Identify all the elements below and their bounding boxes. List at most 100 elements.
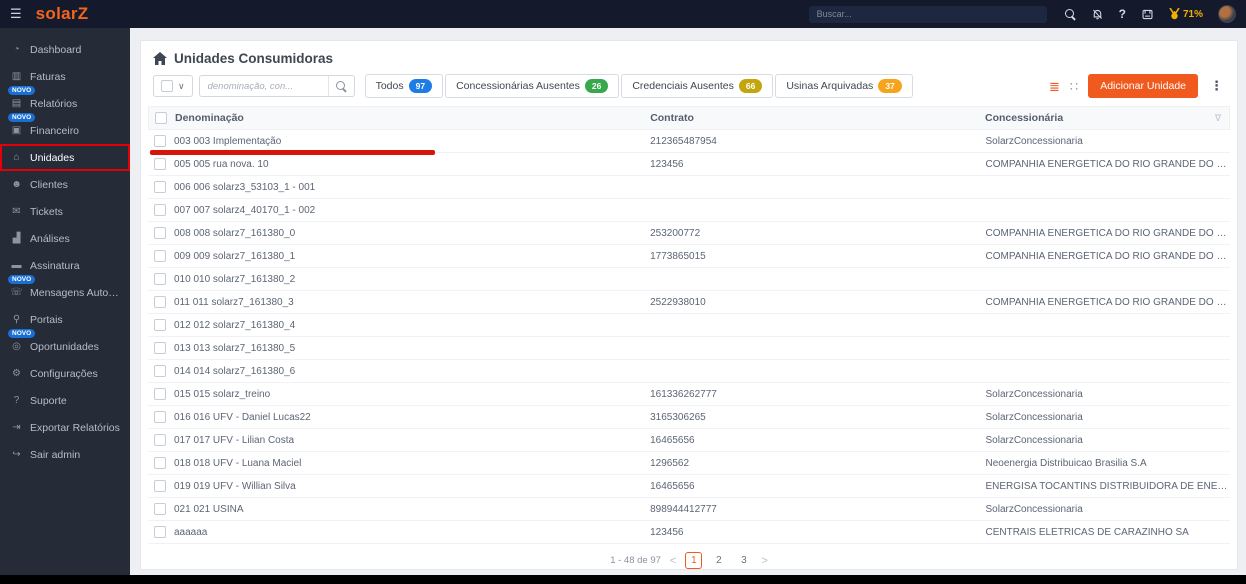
filter-funnel-icon[interactable]: ∇ <box>1215 113 1221 124</box>
sidebar-item-label: Configurações <box>30 367 98 380</box>
table-row[interactable]: 008 008 solarz7_161380_0 253200772 COMPA… <box>148 222 1230 245</box>
cell-contrato: 898944412777 <box>650 503 717 515</box>
row-checkbox[interactable] <box>154 365 166 377</box>
sidebar-item[interactable]: NOVO ▟ Análises <box>0 225 130 252</box>
table-row[interactable]: 016 016 UFV - Daniel Lucas22 3165306265 … <box>148 406 1230 429</box>
row-checkbox[interactable] <box>154 342 166 354</box>
cell-denominacao: aaaaaa <box>174 526 208 538</box>
add-unit-button[interactable]: Adicionar Unidade <box>1088 74 1198 98</box>
sidebar-item-icon: ◎ <box>12 341 21 352</box>
table-row[interactable]: 017 017 UFV - Lilian Costa 16465656 Sola… <box>148 429 1230 452</box>
sidebar-item[interactable]: NOVO ☻ Clientes <box>0 171 130 198</box>
table-row[interactable]: 015 015 solarz_treino 161336262777 Solar… <box>148 383 1230 406</box>
table-row[interactable]: aaaaaa 123456 CENTRAIS ELÉTRICAS DE CARA… <box>148 521 1230 544</box>
notifications-off-icon[interactable] <box>1091 8 1104 21</box>
row-checkbox[interactable] <box>154 411 166 423</box>
row-checkbox[interactable] <box>154 181 166 193</box>
page-button[interactable]: 1 <box>685 552 703 569</box>
row-checkbox[interactable] <box>154 296 166 308</box>
table-row[interactable]: 013 013 solarz7_161380_5 <box>148 337 1230 360</box>
table-row[interactable]: 007 007 solarz4_40170_1 - 002 <box>148 199 1230 222</box>
table-row[interactable]: 014 014 solarz7_161380_6 <box>148 360 1230 383</box>
pagination-pages: 1 2 3 <box>685 552 752 569</box>
sidebar-item-label: Unidades <box>30 151 75 164</box>
search-icon[interactable] <box>1064 8 1076 20</box>
row-checkbox[interactable] <box>154 480 166 492</box>
row-checkbox[interactable] <box>154 457 166 469</box>
table-search-input[interactable] <box>199 80 328 92</box>
global-search-input[interactable] <box>808 5 1047 23</box>
gamification-score[interactable]: 71% <box>1169 8 1203 20</box>
filter-tab[interactable]: Concessionárias Ausentes 26 <box>445 74 620 98</box>
sidebar-item[interactable]: NOVO ↪ Sair admin <box>0 441 130 468</box>
select-all-control[interactable]: ∨ <box>153 75 193 97</box>
cell-denominacao: 007 007 solarz4_40170_1 - 002 <box>174 204 316 216</box>
row-checkbox[interactable] <box>154 227 166 239</box>
column-header-concessionaria[interactable]: Concessionária <box>985 112 1229 124</box>
table-row[interactable]: 018 018 UFV - Luana Maciel 1296562 Neoen… <box>148 452 1230 475</box>
filter-tab-label: Credenciais Ausentes <box>632 80 734 92</box>
cell-denominacao: 019 019 UFV - Willian Silva <box>174 480 296 492</box>
gamification-percent: 71% <box>1182 8 1203 20</box>
sidebar-item[interactable]: NOVO ◔ Dashboard <box>0 36 130 63</box>
brand-logo[interactable]: solarZ <box>36 4 89 24</box>
list-view-icon[interactable]: ≣ <box>1049 80 1060 93</box>
filter-tab[interactable]: Todos 97 <box>364 74 444 98</box>
kebab-menu-icon[interactable]: ⋮ <box>1208 78 1225 94</box>
chevron-down-icon[interactable]: ∨ <box>178 81 185 91</box>
save-icon[interactable] <box>1141 8 1154 21</box>
pagination-next-icon[interactable]: > <box>761 555 767 567</box>
table-row[interactable]: 021 021 USINA 898944412777 SolarzConcess… <box>148 498 1230 521</box>
cell-concessionaria: CENTRAIS ELÉTRICAS DE CARAZINHO SA <box>985 526 1189 538</box>
row-checkbox[interactable] <box>154 434 166 446</box>
sidebar-item[interactable]: NOVO ⇥ Exportar Relatórios <box>0 414 130 441</box>
row-checkbox[interactable] <box>154 135 166 147</box>
header-checkbox[interactable] <box>155 112 167 124</box>
sidebar-item[interactable]: NOVO ▣ Financeiro <box>0 113 130 144</box>
sidebar-item[interactable]: NOVO ☏ Mensagens Automát... <box>0 275 130 306</box>
cell-concessionaria: SolarzConcessionaria <box>985 411 1083 423</box>
cell-denominacao: 009 009 solarz7_161380_1 <box>174 250 296 262</box>
help-icon[interactable]: ? <box>1119 8 1126 20</box>
cell-denominacao: 016 016 UFV - Daniel Lucas22 <box>174 411 311 423</box>
page-button[interactable]: 3 <box>735 552 752 569</box>
filter-tab[interactable]: Credenciais Ausentes 66 <box>621 74 774 98</box>
content-card: Unidades Consumidoras ∨ Todos 97 Concess… <box>140 40 1238 570</box>
row-checkbox[interactable] <box>154 526 166 538</box>
table-search-button[interactable] <box>327 76 354 96</box>
cell-denominacao: 006 006 solarz3_53103_1 - 001 <box>174 181 316 193</box>
table-row[interactable]: 003 003 Implementação 212365487954 Solar… <box>148 130 1230 155</box>
sidebar-item-label: Sair admin <box>30 448 81 461</box>
table-row[interactable]: 005 005 rua nova. 10 123456 COMPANHIA EN… <box>148 153 1230 176</box>
table-row[interactable]: 010 010 solarz7_161380_2 <box>148 268 1230 291</box>
row-checkbox[interactable] <box>154 388 166 400</box>
table-row[interactable]: 019 019 UFV - Willian Silva 16465656 ENE… <box>148 475 1230 498</box>
sidebar-item[interactable]: NOVO ⌂ Unidades <box>0 144 130 171</box>
hamburger-menu-icon[interactable]: ☰ <box>10 6 22 22</box>
pagination-prev-icon[interactable]: < <box>670 555 676 567</box>
table-row[interactable]: 006 006 solarz3_53103_1 - 001 <box>148 176 1230 199</box>
sidebar-item[interactable]: NOVO ⚙ Configurações <box>0 360 130 387</box>
row-checkbox[interactable] <box>154 273 166 285</box>
row-checkbox[interactable] <box>154 503 166 515</box>
page-button[interactable]: 2 <box>710 552 727 569</box>
select-all-checkbox[interactable] <box>161 80 173 92</box>
cell-denominacao: 018 018 UFV - Luana Maciel <box>174 457 302 469</box>
row-checkbox[interactable] <box>154 158 166 170</box>
user-avatar[interactable] <box>1218 5 1236 23</box>
row-checkbox[interactable] <box>154 204 166 216</box>
sidebar-item[interactable]: NOVO ✉ Tickets <box>0 198 130 225</box>
column-header-contrato[interactable]: Contrato <box>650 112 985 124</box>
row-checkbox[interactable] <box>154 250 166 262</box>
row-checkbox[interactable] <box>154 319 166 331</box>
table-row[interactable]: 011 011 solarz7_161380_3 2522938010 COMP… <box>148 291 1230 314</box>
table-row[interactable]: 009 009 solarz7_161380_1 1773865015 COMP… <box>148 245 1230 268</box>
cell-denominacao: 017 017 UFV - Lilian Costa <box>174 434 295 446</box>
table-row[interactable]: 012 012 solarz7_161380_4 <box>148 314 1230 337</box>
sidebar-item[interactable]: NOVO ? Suporte <box>0 387 130 414</box>
column-header-denominacao[interactable]: Denominação <box>175 112 650 124</box>
grid-view-icon[interactable]: ∷ <box>1070 80 1078 93</box>
filter-tab[interactable]: Usinas Arquivadas 37 <box>775 74 913 98</box>
sidebar-item[interactable]: NOVO ◎ Oportunidades <box>0 329 130 360</box>
table-body: 003 003 Implementação 212365487954 Solar… <box>148 130 1230 544</box>
